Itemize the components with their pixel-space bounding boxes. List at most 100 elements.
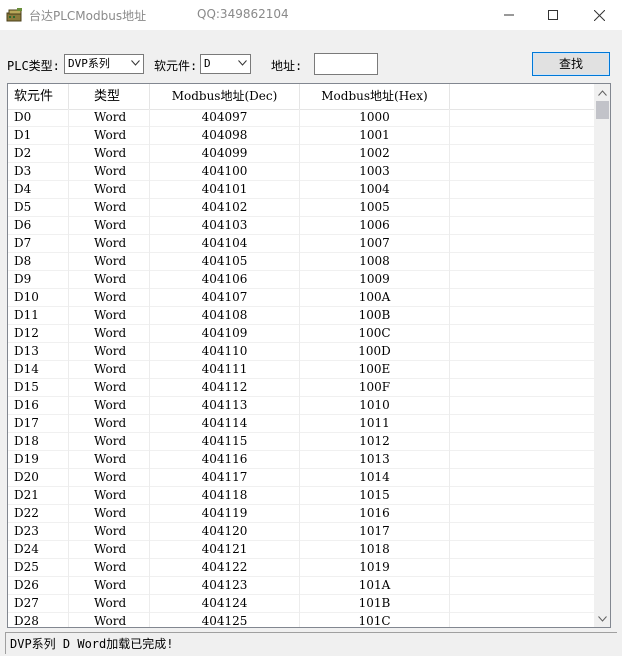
cell-hex[interactable]: 1000: [300, 109, 450, 127]
table-row[interactable]: D7 Word 404104 1007: [8, 235, 594, 253]
cell-type[interactable]: Word: [69, 235, 150, 253]
cell-type[interactable]: Word: [69, 145, 150, 163]
cell-dec[interactable]: 404119: [150, 505, 300, 523]
cell-type[interactable]: Word: [69, 199, 150, 217]
cell-hex[interactable]: 1018: [300, 541, 450, 559]
cell-hex[interactable]: 1010: [300, 397, 450, 415]
cell-hex[interactable]: 100E: [300, 361, 450, 379]
cell-dec[interactable]: 404099: [150, 145, 300, 163]
cell-dec[interactable]: 404111: [150, 361, 300, 379]
cell-device[interactable]: D8: [8, 253, 69, 271]
plc-type-select[interactable]: DVP系列: [64, 54, 144, 74]
cell-device[interactable]: D1: [8, 127, 69, 145]
column-header-dec[interactable]: Modbus地址(Dec): [150, 84, 300, 109]
cell-dec[interactable]: 404113: [150, 397, 300, 415]
cell-device[interactable]: D24: [8, 541, 69, 559]
cell-type[interactable]: Word: [69, 181, 150, 199]
cell-hex[interactable]: 1011: [300, 415, 450, 433]
cell-type[interactable]: Word: [69, 379, 150, 397]
cell-hex[interactable]: 1008: [300, 253, 450, 271]
cell-hex[interactable]: 101C: [300, 613, 450, 627]
cell-device[interactable]: D9: [8, 271, 69, 289]
cell-dec[interactable]: 404102: [150, 199, 300, 217]
cell-dec[interactable]: 404125: [150, 613, 300, 627]
cell-dec[interactable]: 404106: [150, 271, 300, 289]
cell-type[interactable]: Word: [69, 595, 150, 613]
cell-dec[interactable]: 404116: [150, 451, 300, 469]
table-row[interactable]: D8 Word 404105 1008: [8, 253, 594, 271]
table-row[interactable]: D13 Word 404110 100D: [8, 343, 594, 361]
cell-dec[interactable]: 404101: [150, 181, 300, 199]
cell-dec[interactable]: 404122: [150, 559, 300, 577]
cell-device[interactable]: D3: [8, 163, 69, 181]
cell-dec[interactable]: 404103: [150, 217, 300, 235]
cell-dec[interactable]: 404107: [150, 289, 300, 307]
vertical-scrollbar[interactable]: [594, 84, 610, 627]
cell-hex[interactable]: 1009: [300, 271, 450, 289]
cell-type[interactable]: Word: [69, 451, 150, 469]
cell-dec[interactable]: 404100: [150, 163, 300, 181]
cell-dec[interactable]: 404098: [150, 127, 300, 145]
cell-hex[interactable]: 1007: [300, 235, 450, 253]
table-row[interactable]: D4 Word 404101 1004: [8, 181, 594, 199]
cell-device[interactable]: D16: [8, 397, 69, 415]
cell-hex[interactable]: 1006: [300, 217, 450, 235]
cell-type[interactable]: Word: [69, 289, 150, 307]
cell-device[interactable]: D25: [8, 559, 69, 577]
cell-device[interactable]: D6: [8, 217, 69, 235]
cell-type[interactable]: Word: [69, 325, 150, 343]
cell-hex[interactable]: 1012: [300, 433, 450, 451]
cell-dec[interactable]: 404120: [150, 523, 300, 541]
cell-hex[interactable]: 1004: [300, 181, 450, 199]
address-table[interactable]: 软元件 类型 Modbus地址(Dec) Modbus地址(Hex) D0 Wor…: [7, 83, 611, 628]
cell-type[interactable]: Word: [69, 433, 150, 451]
column-header-hex[interactable]: Modbus地址(Hex): [300, 84, 450, 109]
scroll-up-button[interactable]: [594, 84, 610, 101]
cell-hex[interactable]: 100F: [300, 379, 450, 397]
cell-type[interactable]: Word: [69, 559, 150, 577]
minimize-button[interactable]: [486, 0, 532, 30]
table-row[interactable]: D25 Word 404122 1019: [8, 559, 594, 577]
table-row[interactable]: D15 Word 404112 100F: [8, 379, 594, 397]
cell-device[interactable]: D0: [8, 109, 69, 127]
cell-device[interactable]: D12: [8, 325, 69, 343]
cell-dec[interactable]: 404114: [150, 415, 300, 433]
cell-device[interactable]: D5: [8, 199, 69, 217]
table-row[interactable]: D20 Word 404117 1014: [8, 469, 594, 487]
cell-type[interactable]: Word: [69, 253, 150, 271]
cell-type[interactable]: Word: [69, 343, 150, 361]
table-row[interactable]: D0 Word 404097 1000: [8, 109, 594, 127]
cell-hex[interactable]: 100C: [300, 325, 450, 343]
table-row[interactable]: D3 Word 404100 1003: [8, 163, 594, 181]
cell-device[interactable]: D14: [8, 361, 69, 379]
cell-device[interactable]: D23: [8, 523, 69, 541]
maximize-button[interactable]: [530, 0, 576, 30]
cell-dec[interactable]: 404118: [150, 487, 300, 505]
scroll-thumb[interactable]: [596, 101, 609, 119]
cell-hex[interactable]: 101B: [300, 595, 450, 613]
cell-type[interactable]: Word: [69, 397, 150, 415]
cell-device[interactable]: D28: [8, 613, 69, 627]
cell-hex[interactable]: 100A: [300, 289, 450, 307]
column-header-type[interactable]: 类型: [69, 84, 150, 109]
cell-dec[interactable]: 404110: [150, 343, 300, 361]
cell-device[interactable]: D17: [8, 415, 69, 433]
cell-dec[interactable]: 404112: [150, 379, 300, 397]
cell-type[interactable]: Word: [69, 577, 150, 595]
cell-type[interactable]: Word: [69, 415, 150, 433]
cell-type[interactable]: Word: [69, 109, 150, 127]
table-row[interactable]: D11 Word 404108 100B: [8, 307, 594, 325]
cell-device[interactable]: D21: [8, 487, 69, 505]
cell-hex[interactable]: 1002: [300, 145, 450, 163]
cell-type[interactable]: Word: [69, 523, 150, 541]
cell-device[interactable]: D22: [8, 505, 69, 523]
cell-dec[interactable]: 404123: [150, 577, 300, 595]
cell-device[interactable]: D10: [8, 289, 69, 307]
cell-type[interactable]: Word: [69, 127, 150, 145]
cell-type[interactable]: Word: [69, 361, 150, 379]
cell-dec[interactable]: 404115: [150, 433, 300, 451]
cell-dec[interactable]: 404104: [150, 235, 300, 253]
table-row[interactable]: D28 Word 404125 101C: [8, 613, 594, 627]
cell-dec[interactable]: 404108: [150, 307, 300, 325]
cell-dec[interactable]: 404105: [150, 253, 300, 271]
